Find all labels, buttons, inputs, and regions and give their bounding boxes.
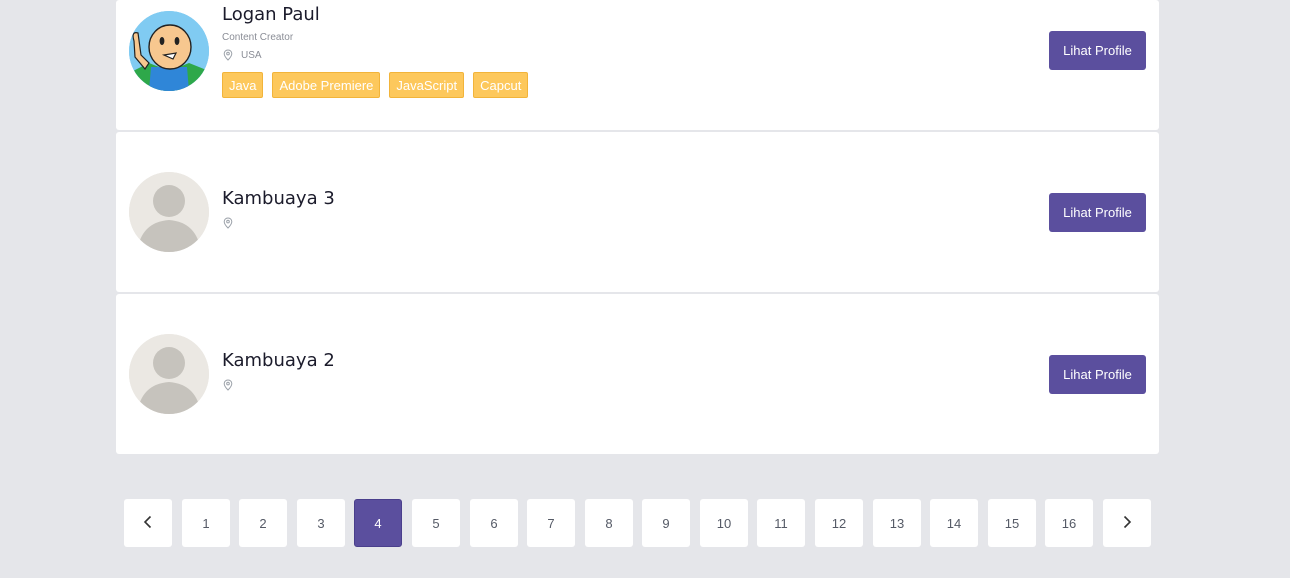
prev-page-button[interactable] <box>124 499 172 547</box>
avatar <box>129 334 209 414</box>
profile-card: Kambuaya 2 Lihat Profile <box>116 294 1159 454</box>
page-button[interactable]: 11 <box>757 499 805 547</box>
page-button[interactable]: 12 <box>815 499 863 547</box>
profile-location <box>222 379 241 391</box>
page-button[interactable]: 13 <box>873 499 921 547</box>
view-profile-button[interactable]: Lihat Profile <box>1049 31 1146 70</box>
skill-tag[interactable]: Capcut <box>473 72 529 98</box>
page-button[interactable]: 16 <box>1045 499 1093 547</box>
skill-tags: Java Adobe Premiere JavaScript Capcut <box>222 72 529 98</box>
page-button[interactable]: 7 <box>527 499 575 547</box>
avatar <box>129 11 209 91</box>
avatar <box>129 172 209 252</box>
page-button[interactable]: 10 <box>700 499 748 547</box>
chevron-left-icon <box>143 515 153 532</box>
chevron-right-icon <box>1122 515 1132 532</box>
map-pin-icon <box>222 217 234 229</box>
page-button[interactable]: 14 <box>930 499 978 547</box>
skill-tag[interactable]: Adobe Premiere <box>272 72 381 98</box>
page-button[interactable]: 6 <box>470 499 518 547</box>
skill-tag[interactable]: Java <box>222 72 264 98</box>
page-button-current[interactable]: 4 <box>354 499 402 547</box>
profile-location <box>222 217 241 229</box>
profile-name: Kambuaya 3 <box>222 188 335 209</box>
page-button[interactable]: 5 <box>412 499 460 547</box>
next-page-button[interactable] <box>1103 499 1151 547</box>
location-text: USA <box>241 49 262 61</box>
profile-name: Kambuaya 2 <box>222 350 335 371</box>
page-button[interactable]: 1 <box>182 499 230 547</box>
profile-location: USA <box>222 49 262 61</box>
view-profile-button[interactable]: Lihat Profile <box>1049 193 1146 232</box>
page-button[interactable]: 3 <box>297 499 345 547</box>
page-button[interactable]: 8 <box>585 499 633 547</box>
skill-tag[interactable]: JavaScript <box>389 72 465 98</box>
profile-card: Kambuaya 3 Lihat Profile <box>116 132 1159 292</box>
page-button[interactable]: 2 <box>239 499 287 547</box>
profile-card: Logan Paul Content Creator USA Java Adob… <box>116 0 1159 130</box>
map-pin-icon <box>222 49 234 61</box>
page-button[interactable]: 9 <box>642 499 690 547</box>
page-button[interactable]: 15 <box>988 499 1036 547</box>
profile-role: Content Creator <box>222 32 294 43</box>
view-profile-button[interactable]: Lihat Profile <box>1049 355 1146 394</box>
profile-name: Logan Paul <box>222 4 320 25</box>
map-pin-icon <box>222 379 234 391</box>
